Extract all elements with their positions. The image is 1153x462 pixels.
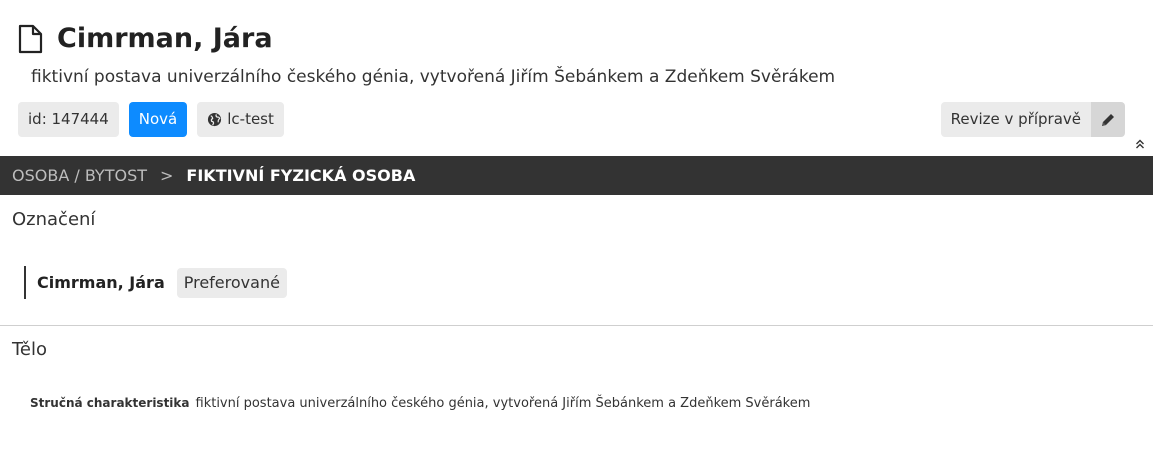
characteristic-label: Stručná charakteristika <box>30 396 190 410</box>
designation-entry: Cimrman, Jára Preferované <box>24 266 287 299</box>
designation-section-title: Označení <box>12 209 96 230</box>
edit-revision-button[interactable] <box>1091 102 1125 137</box>
section-divider <box>0 325 1153 326</box>
breadcrumb-parent[interactable]: OSOBA / BYTOST <box>12 166 147 185</box>
id-badge: id: 147444 <box>18 102 119 137</box>
record-header: Cimrman, Jára fiktivní postava univerzál… <box>0 0 1153 156</box>
instance-badge: lc-test <box>197 102 284 137</box>
collapse-header-button[interactable] <box>1133 137 1147 151</box>
badge-row: id: 147444 Nová lc-test <box>18 102 284 137</box>
preferred-tag: Preferované <box>176 267 287 298</box>
instance-label: lc-test <box>227 110 274 128</box>
pencil-icon <box>1102 113 1114 126</box>
globe-icon <box>207 112 222 127</box>
page-title: Cimrman, Jára <box>57 23 273 54</box>
breadcrumb: OSOBA / BYTOST > FIKTIVNÍ FYZICKÁ OSOBA <box>0 156 1153 195</box>
characteristic-value: fiktivní postava univerzálního českého g… <box>195 396 811 411</box>
designation-name: Cimrman, Jára <box>37 273 165 292</box>
page-subtitle: fiktivní postava univerzálního českého g… <box>31 67 836 87</box>
document-icon <box>18 24 43 54</box>
status-badge: Nová <box>128 102 188 137</box>
revision-label: Revize v přípravě <box>940 102 1091 137</box>
revision-control: Revize v přípravě <box>940 102 1125 137</box>
breadcrumb-separator: > <box>160 166 174 185</box>
title-row: Cimrman, Jára <box>18 22 273 56</box>
breadcrumb-current: FIKTIVNÍ FYZICKÁ OSOBA <box>186 166 416 185</box>
chevrons-up-icon <box>1136 139 1144 149</box>
characteristic-row: Stručná charakteristika fiktivní postava… <box>30 396 810 411</box>
body-section-title: Tělo <box>12 339 48 360</box>
